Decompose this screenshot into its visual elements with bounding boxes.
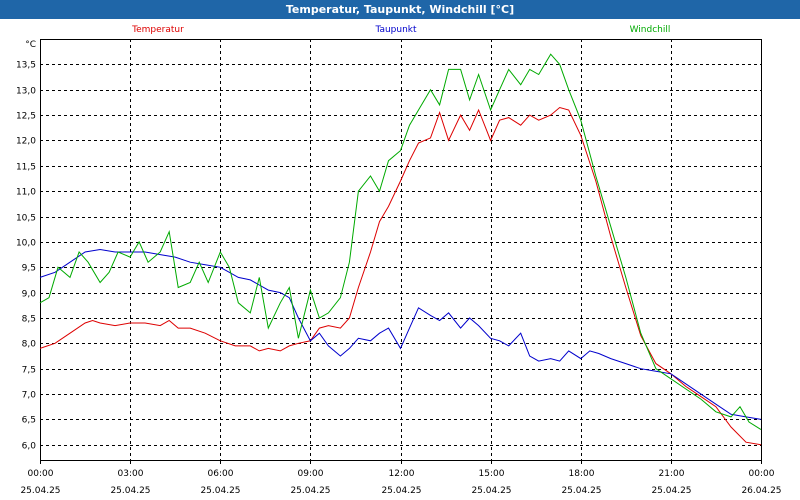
legend-windchill: Windchill [630, 25, 671, 35]
y-tick-label: 7,5 [22, 366, 36, 376]
y-tick-label: 9,5 [22, 264, 36, 274]
y-tick-label: 11,5 [16, 163, 36, 173]
legend-taupunkt: Taupunkt [374, 25, 417, 35]
x-tick-date-label: 26.04.25 [741, 486, 781, 496]
x-tick-date-label: 25.04.25 [110, 486, 150, 496]
chart-canvas: 6,0 6,5 7,0 7,5 8,0 8,5 9,0 9,5 10,0 10,5 11,0 11,5… [16, 25, 782, 496]
y-tick-label: 6,5 [22, 416, 36, 426]
x-tick-date-label: 25.04.25 [200, 486, 240, 496]
y-tick-label: 13,5 [16, 61, 36, 71]
x-tick-date-label: 25.04.25 [381, 486, 421, 496]
x-tick-date-label: 25.04.25 [651, 486, 691, 496]
y-tick-label: 11,0 [16, 188, 36, 198]
y-tick-label: 10,0 [16, 239, 36, 249]
x-tick-date-label: 25.04.25 [471, 486, 511, 496]
x-tick-time-label: 00:00 [28, 469, 54, 479]
y-tick-label: 12,5 [16, 112, 36, 122]
x-tick-date-label: 25.04.25 [561, 486, 601, 496]
y-unit-label: °C [25, 40, 36, 50]
series-line-taupunkt [39, 248, 762, 420]
x-tick-time-label: 18:00 [569, 469, 595, 479]
series-line-windchill [39, 53, 762, 431]
x-tick-time-label: 09:00 [298, 469, 324, 479]
x-tick-time-label: 00:00 [749, 469, 775, 479]
x-tick-time-label: 21:00 [659, 469, 685, 479]
y-tick-label: 13,0 [16, 87, 36, 97]
x-tick-time-label: 06:00 [208, 469, 234, 479]
x-tick-date-label: 25.04.25 [20, 486, 60, 496]
y-tick-label: 8,0 [22, 340, 37, 350]
y-tick-label: 8,5 [22, 315, 36, 325]
chart-window: Temperatur, Taupunkt, Windchill [°C] 6,0… [0, 0, 800, 500]
x-tick-date-label: 25.04.25 [290, 486, 330, 496]
y-tick-label: 6,0 [22, 442, 37, 452]
x-tick-time-label: 12:00 [389, 469, 415, 479]
y-tick-label: 12,0 [16, 137, 36, 147]
y-tick-label: 10,5 [16, 214, 36, 224]
y-tick-label: 7,0 [22, 391, 37, 401]
legend-temperatur: Temperatur [131, 25, 184, 35]
x-tick-time-label: 15:00 [479, 469, 505, 479]
x-tick-time-label: 03:00 [118, 469, 144, 479]
y-tick-label: 9,0 [22, 290, 37, 300]
